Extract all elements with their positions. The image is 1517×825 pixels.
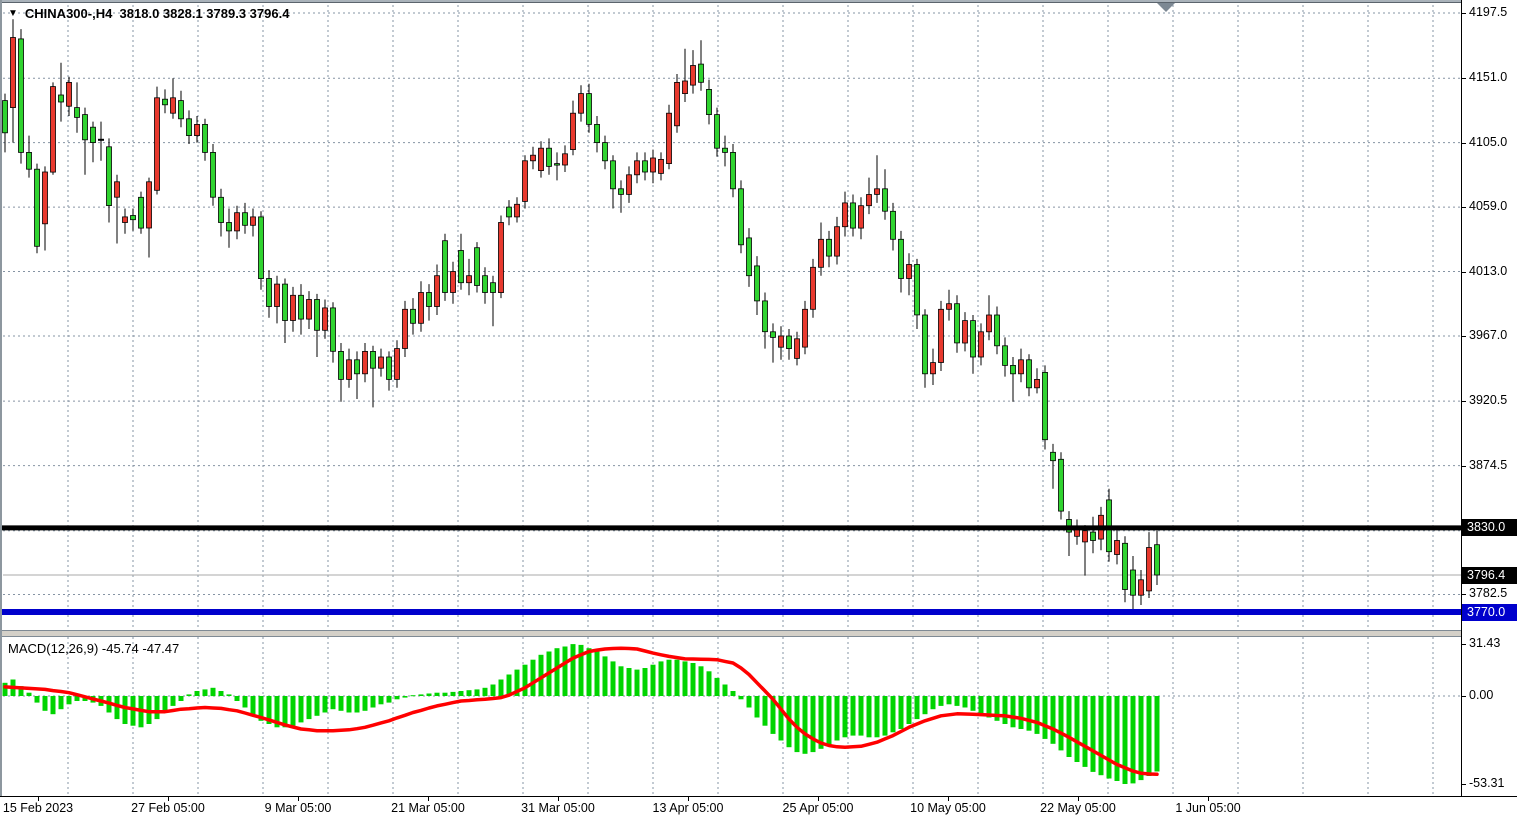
macd-tick-label: 31.43 <box>1469 636 1500 650</box>
symbol-quote-title: ▼ CHINA300-,H4 3818.0 3828.1 3789.3 3796… <box>8 6 289 21</box>
price-tick-label: 3967.0 <box>1469 328 1507 342</box>
price-tick-label: 4059.0 <box>1469 199 1507 213</box>
time-tick-label: 15 Feb 2023 <box>3 801 73 815</box>
price-axis-tick <box>1462 272 1466 273</box>
window-border-left <box>0 0 2 796</box>
time-tick-label: 9 Mar 05:00 <box>265 801 332 815</box>
price-tick-label: 3920.5 <box>1469 393 1507 407</box>
price-tick-label: 4013.0 <box>1469 264 1507 278</box>
price-badge: 3796.4 <box>1462 567 1517 584</box>
price-axis-tick <box>1462 143 1466 144</box>
price-badge: 3770.0 <box>1462 604 1517 621</box>
price-axis-tick <box>1462 466 1466 467</box>
window-border-top-line <box>0 2 1517 3</box>
chart-window: ▼ CHINA300-,H4 3818.0 3828.1 3789.3 3796… <box>0 0 1517 825</box>
price-tick-label: 4151.0 <box>1469 70 1507 84</box>
time-tick-label: 21 Mar 05:00 <box>391 801 465 815</box>
macd-indicator-label: MACD(12,26,9) -45.74 -47.47 <box>8 641 179 656</box>
price-axis-tick <box>1462 401 1466 402</box>
macd-axis-tick <box>1462 644 1466 645</box>
price-axis-tick <box>1462 78 1466 79</box>
price-tick-label: 3874.5 <box>1469 458 1507 472</box>
macd-tick-label: -53.31 <box>1469 776 1504 790</box>
price-tick-label: 3782.5 <box>1469 586 1507 600</box>
grid <box>3 0 1461 630</box>
time-tick-label: 13 Apr 05:00 <box>653 801 724 815</box>
macd-grid <box>3 637 1461 795</box>
price-plot[interactable] <box>0 0 1462 637</box>
price-axis-tick <box>1462 336 1466 337</box>
macd-axis-tick <box>1462 784 1466 785</box>
price-tick-label: 4105.0 <box>1469 135 1507 149</box>
symbol-ohlc-text: CHINA300-,H4 3818.0 3828.1 3789.3 3796.4 <box>25 6 290 21</box>
macd-tick-label: 0.00 <box>1469 688 1493 702</box>
time-tick-label: 1 Jun 05:00 <box>1175 801 1240 815</box>
price-badge: 3830.0 <box>1462 519 1517 536</box>
price-axis-tick <box>1462 207 1466 208</box>
time-tick-label: 27 Feb 05:00 <box>131 801 205 815</box>
panel-divider-handle[interactable] <box>0 630 1462 637</box>
time-tick-label: 25 Apr 05:00 <box>783 801 854 815</box>
price-axis-tick <box>1462 594 1466 595</box>
macd-axis-tick <box>1462 696 1466 697</box>
time-tick-label: 22 May 05:00 <box>1040 801 1116 815</box>
time-tick-label: 10 May 05:00 <box>910 801 986 815</box>
price-tick-label: 4197.5 <box>1469 5 1507 19</box>
time-tick-label: 31 Mar 05:00 <box>521 801 595 815</box>
price-axis-tick <box>1462 13 1466 14</box>
macd-plot[interactable] <box>0 637 1462 796</box>
price-axis[interactable]: 4197.5 4151.0 4105.0 4059.0 4013.0 3967.… <box>1461 0 1517 796</box>
time-axis[interactable]: 15 Feb 2023 27 Feb 05:00 9 Mar 05:00 21 … <box>0 796 1517 825</box>
dropdown-triangle-icon[interactable]: ▼ <box>8 7 18 20</box>
